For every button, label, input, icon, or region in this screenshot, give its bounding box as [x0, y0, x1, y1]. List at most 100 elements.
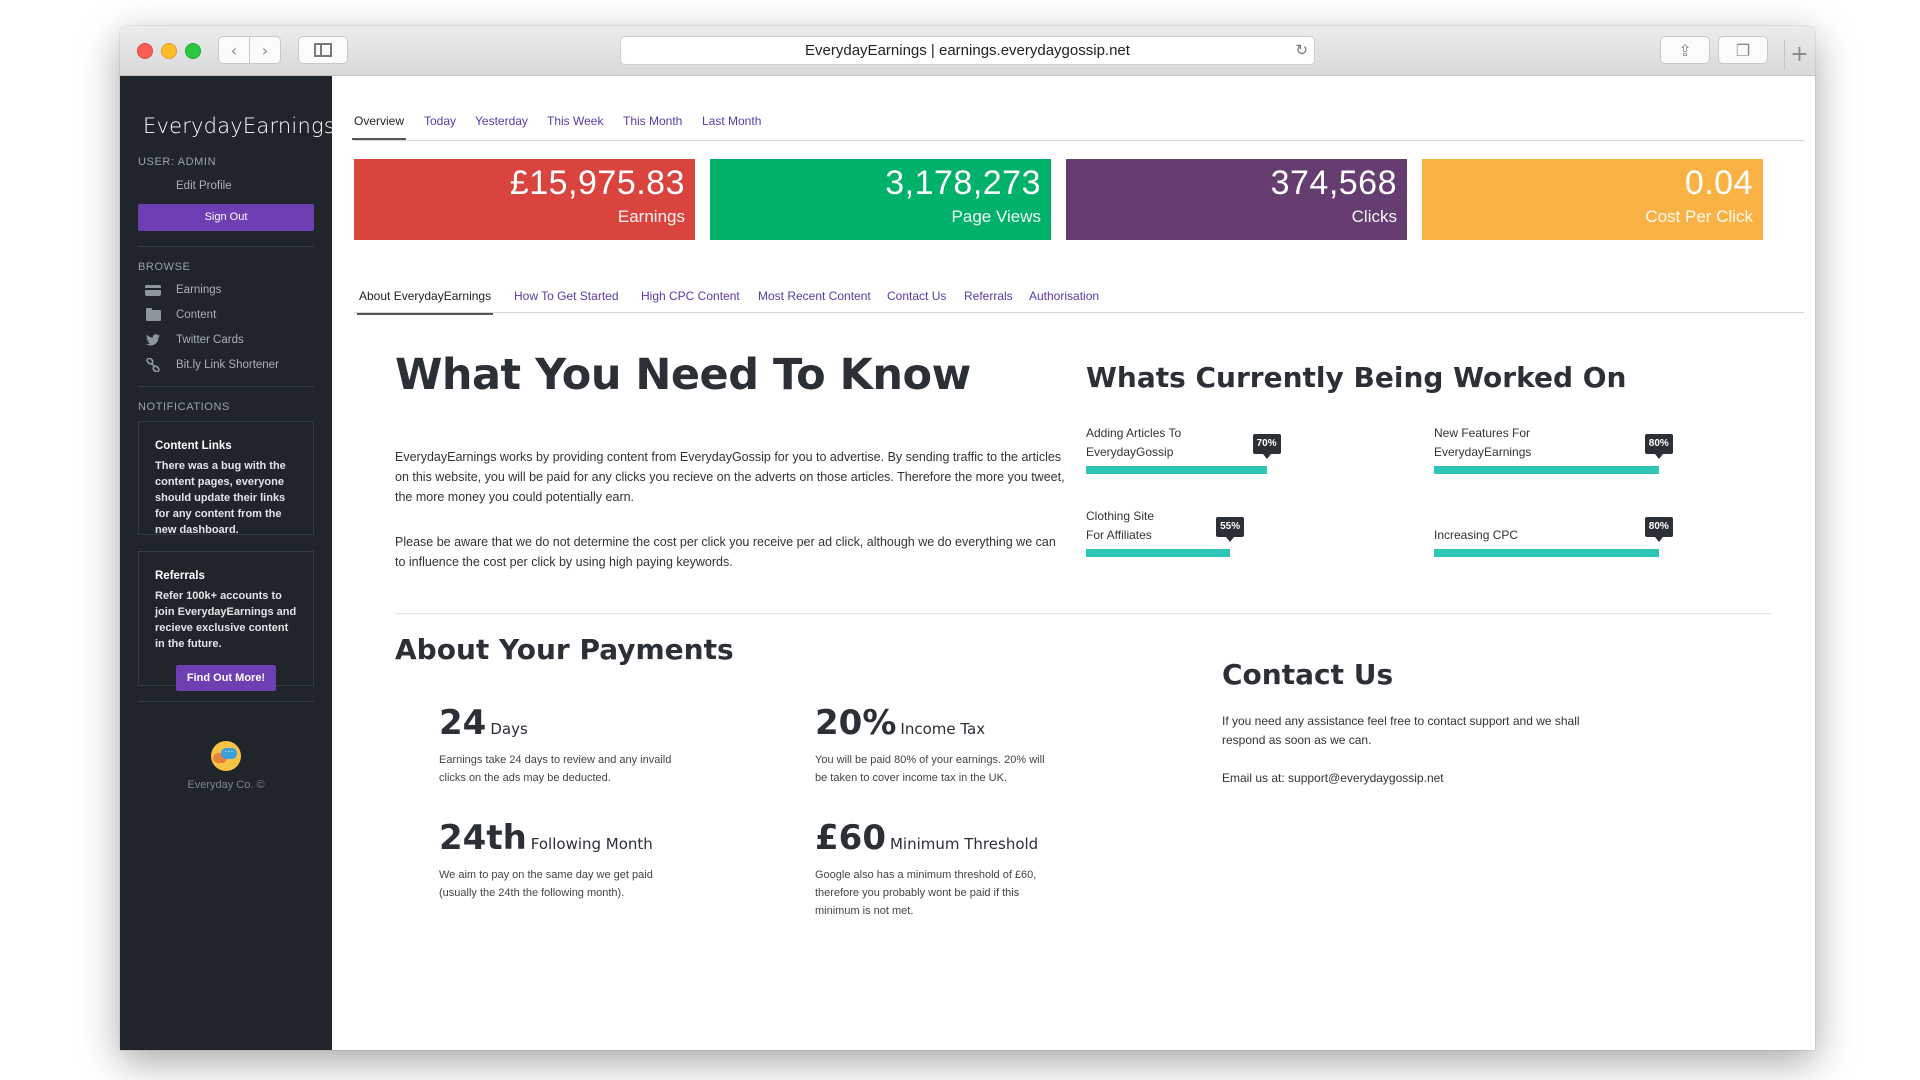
user-heading: USER: ADMIN [138, 156, 217, 168]
reload-icon[interactable]: ↻ [1295, 37, 1308, 64]
twitter-icon [145, 334, 161, 346]
stat-label: Page Views [951, 207, 1041, 226]
progress-fill [1086, 466, 1267, 474]
notifications-heading: NOTIFICATIONS [138, 401, 230, 413]
sidebar-item-content[interactable]: Content [145, 307, 216, 321]
notification-title: Referrals [155, 570, 205, 582]
progress-label: New Features For EverydayEarnings [1434, 426, 1532, 459]
address-text: EverydayEarnings | earnings.everydaygoss… [805, 42, 1130, 59]
share-icon: ⇪ [1678, 40, 1692, 60]
sidebar-item-link-shortener[interactable]: Bit.ly Link Shortener [145, 358, 279, 372]
forward-button[interactable]: › [249, 36, 281, 64]
info-tabs: About EverydayEarnings How To Get Starte… [354, 285, 1804, 315]
progress-fill [1086, 549, 1231, 557]
chevron-left-icon: ‹ [230, 40, 238, 60]
progress-fill [1434, 466, 1659, 474]
tab-high-cpc-content[interactable]: High CPC Content [641, 289, 740, 303]
tab-overview[interactable]: Overview [351, 114, 407, 140]
fact-description: Earnings take 24 days to review and any … [439, 754, 672, 784]
notification-title: Content Links [155, 440, 232, 452]
notification-referrals: Referrals Refer 100k+ accounts to join E… [138, 551, 314, 691]
progress-item: Clothing Site For Affiliates 55% [1086, 507, 1348, 557]
stat-value: £15,975.83 [509, 164, 685, 202]
fact-unit: Days [490, 720, 528, 738]
progress-label: Adding Articles To EverydayGossip [1086, 426, 1182, 459]
fact-description: Google also has a minimum threshold of £… [815, 869, 1037, 917]
progress-label: Increasing CPC [1434, 528, 1519, 542]
sidebar-item-label: Earnings [176, 284, 222, 296]
tab-most-recent-content[interactable]: Most Recent Content [758, 289, 871, 303]
back-button[interactable]: ‹ [218, 36, 250, 64]
tab-contact-us[interactable]: Contact Us [887, 289, 946, 303]
progress-item: New Features For EverydayEarnings 80% [1434, 424, 1715, 474]
tab-authorisation[interactable]: Authorisation [1029, 289, 1099, 303]
payment-fact: 20% Income Tax You will be paid 80% of yo… [815, 703, 1055, 787]
sidebar-toggle-button[interactable] [298, 36, 348, 64]
progress-badge: 55% [1216, 517, 1245, 542]
about-title: What You Need To Know [395, 350, 971, 400]
company-logo-icon: ··· [211, 741, 241, 771]
divider [138, 246, 314, 247]
fact-unit: Income Tax [900, 720, 986, 738]
tab-this-week[interactable]: This Week [547, 114, 603, 128]
zoom-window-button[interactable] [185, 43, 201, 59]
sidebar: EverydayEarnings USER: ADMIN Edit Profil… [120, 76, 335, 1050]
main-content: Overview Today Yesterday This Week This … [332, 76, 1815, 1050]
new-tab-button[interactable]: + [1784, 40, 1814, 70]
find-out-more-button[interactable]: Find Out More! [176, 665, 276, 691]
fact-number: £60 [815, 818, 886, 858]
tab-last-month[interactable]: Last Month [702, 114, 761, 128]
tab-yesterday[interactable]: Yesterday [475, 114, 528, 128]
card-icon [145, 284, 161, 296]
tabs-icon: ❐ [1735, 40, 1751, 60]
contact-text: If you need any assistance feel free to … [1222, 714, 1580, 747]
contact-title: Contact Us [1222, 658, 1394, 691]
sign-out-button[interactable]: Sign Out [138, 204, 314, 231]
worked-on-title: Whats Currently Being Worked On [1086, 361, 1627, 394]
tab-overview-button[interactable]: ❐ [1718, 36, 1768, 64]
stat-label: Cost Per Click [1645, 207, 1753, 226]
progress-item: Adding Articles To EverydayGossip 70% [1086, 424, 1344, 474]
edit-profile-link[interactable]: Edit Profile [176, 180, 232, 192]
notification-body: Refer 100k+ accounts to join EverydayEar… [155, 590, 297, 650]
contact-email[interactable]: Email us at: support@everydaygossip.net [1222, 769, 1622, 788]
footer-copyright: Everyday Co. © [187, 779, 265, 791]
folder-icon [145, 307, 161, 321]
payments-title: About Your Payments [395, 633, 734, 666]
tab-today[interactable]: Today [424, 114, 456, 128]
fact-unit: Following Month [530, 835, 653, 853]
stat-value: 3,178,273 [885, 164, 1041, 202]
stat-value: 374,568 [1270, 164, 1397, 202]
minimize-window-button[interactable] [161, 43, 177, 59]
progress-bar: 70% [1086, 434, 1344, 474]
sidebar-item-twitter-cards[interactable]: Twitter Cards [145, 334, 244, 346]
address-bar[interactable]: EverydayEarnings | earnings.everydaygoss… [620, 36, 1315, 65]
progress-badge: 80% [1644, 434, 1673, 459]
browser-window: ‹ › EverydayEarnings | earnings.everyday… [120, 26, 1815, 1050]
share-button[interactable]: ⇪ [1660, 36, 1710, 64]
sidebar-item-label: Twitter Cards [176, 334, 244, 346]
tab-referrals[interactable]: Referrals [964, 289, 1013, 303]
tab-this-month[interactable]: This Month [623, 114, 682, 128]
progress-badge: 80% [1644, 517, 1673, 542]
stat-page-views: 3,178,273 Page Views [710, 159, 1051, 240]
divider [138, 701, 314, 702]
notification-content-links: Content Links There was a bug with the c… [138, 421, 314, 536]
tab-about[interactable]: About EverydayEarnings [356, 289, 494, 315]
notification-body: There was a bug with the content pages, … [155, 460, 286, 536]
sidebar-item-earnings[interactable]: Earnings [145, 284, 221, 296]
divider [138, 386, 314, 387]
stat-label: Earnings [617, 207, 685, 226]
browser-toolbar: ‹ › EverydayEarnings | earnings.everyday… [120, 26, 1815, 76]
stat-label: Clicks [1351, 207, 1397, 226]
section-divider [395, 613, 1772, 614]
sidebar-icon [314, 43, 332, 57]
progress-bar: 80% [1434, 434, 1715, 474]
link-icon [145, 358, 161, 372]
tab-how-to-get-started[interactable]: How To Get Started [514, 289, 619, 303]
close-window-button[interactable] [137, 43, 153, 59]
progress-badge: 70% [1252, 434, 1281, 459]
stat-cost-per-click: 0.04 Cost Per Click [1422, 159, 1763, 240]
app-logo[interactable]: EverydayEarnings [143, 114, 335, 138]
about-paragraph-2: Please be aware that we do not determine… [395, 535, 1056, 569]
